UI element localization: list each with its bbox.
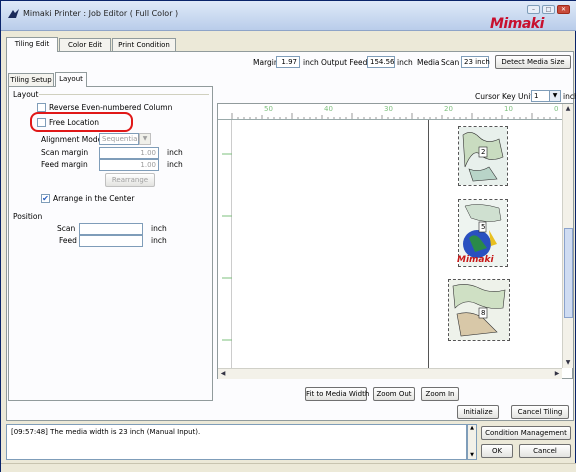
arrange-center-label: Arrange in the Center (53, 194, 135, 203)
feed-margin-field[interactable]: 1.00 (99, 159, 159, 171)
tile-8-label: 8 (481, 309, 486, 317)
window-title: Mimaki Printer : Job Editor ( Full Color… (23, 9, 179, 18)
message-log: [09:57:48] The media width is 23 inch (M… (6, 424, 467, 460)
log-scroll-up-icon[interactable]: ▲ (468, 425, 476, 431)
position-scan-unit: inch (151, 224, 167, 233)
tile-2[interactable]: 2 (458, 126, 508, 186)
margin-unit: inch (303, 58, 319, 67)
scan-margin-unit: inch (167, 148, 183, 157)
maximize-button[interactable]: □ (542, 5, 555, 14)
reverse-checkbox[interactable] (37, 103, 46, 112)
status-bar (1, 463, 576, 472)
alignment-mode-label: Alignment Mode (41, 135, 103, 144)
log-message: [09:57:48] The media width is 23 inch (M… (11, 428, 201, 436)
horizontal-ruler: 50 40 30 20 10 0 (218, 104, 562, 120)
media-scan-label: Scan (441, 58, 460, 67)
output-feed-field[interactable]: 154.56 (367, 56, 395, 68)
position-section-title: Position (13, 212, 43, 221)
output-feed-unit: inch (397, 58, 413, 67)
layout-canvas[interactable]: 50 40 30 20 10 0 2 5 Mimaki 8 ▲ ▼ ◀ ▶ (217, 103, 573, 379)
vertical-scrollbar[interactable]: ▲ ▼ (562, 104, 573, 368)
cancel-tiling-button[interactable]: Cancel Tiling (511, 405, 569, 419)
app-icon (8, 9, 19, 18)
highlight-marker (30, 112, 133, 132)
layout-section-title: Layout (13, 90, 39, 99)
horizontal-scrollbar[interactable]: ◀ ▶ (218, 368, 562, 379)
scroll-left-icon[interactable]: ◀ (218, 369, 228, 379)
margin-label: Margin (253, 58, 279, 67)
tile-2-label: 2 (481, 148, 486, 156)
reverse-label: Reverse Even-numbered Column (49, 103, 173, 112)
ruler-label-0: 0 (554, 105, 559, 113)
alignment-dropdown-icon[interactable]: ▼ (139, 133, 151, 145)
log-scrollbar[interactable]: ▲ ▼ (467, 424, 477, 460)
map-tile-image-2 (449, 280, 509, 340)
tile-5[interactable]: 5 Mimaki (457, 199, 508, 267)
tab-tiling-edit[interactable]: Tiling Edit (6, 37, 58, 52)
tile-8[interactable]: 8 (448, 279, 510, 341)
feed-margin-label: Feed margin (41, 160, 88, 169)
tab-print-condition[interactable]: Print Condition (112, 38, 176, 52)
ruler-label-20: 20 (444, 105, 453, 113)
ruler-label-40: 40 (324, 105, 333, 113)
cursor-key-unit: inch (563, 92, 576, 101)
ruler-label-50: 50 (264, 105, 273, 113)
position-feed-unit: inch (151, 236, 167, 245)
scroll-up-icon[interactable]: ▲ (563, 104, 573, 114)
scroll-down-icon[interactable]: ▼ (563, 358, 573, 368)
close-button[interactable]: ✕ (557, 5, 570, 14)
title-bar: Mimaki Printer : Job Editor ( Full Color… (1, 1, 576, 32)
tab-layout[interactable]: Layout (55, 72, 87, 87)
tile-5-overlay-text: Mimaki (457, 255, 494, 265)
scan-margin-field[interactable]: 1.00 (99, 147, 159, 159)
ruler-label-10: 10 (504, 105, 513, 113)
zoom-in-button[interactable]: Zoom In (421, 387, 459, 401)
ruler-label-30: 30 (384, 105, 393, 113)
rearrange-button[interactable]: Rearrange (105, 173, 155, 187)
position-feed-field[interactable] (79, 235, 143, 247)
ok-button[interactable]: OK (481, 444, 513, 458)
tab-tiling-setup[interactable]: Tiling Setup (8, 73, 54, 87)
feed-margin-unit: inch (167, 160, 183, 169)
layout-divider (39, 94, 209, 95)
job-editor-window: Mimaki Printer : Job Editor ( Full Color… (0, 0, 576, 472)
cursor-key-label: Cursor Key Unit (475, 92, 534, 101)
tile-5-label: 5 (481, 223, 486, 231)
log-scroll-down-icon[interactable]: ▼ (468, 452, 476, 458)
initialize-button[interactable]: Initialize (457, 405, 499, 419)
tab-color-edit[interactable]: Color Edit (59, 38, 111, 52)
output-feed-label: Output Feed (321, 58, 368, 67)
cancel-button[interactable]: Cancel (519, 444, 571, 458)
scroll-right-icon[interactable]: ▶ (552, 369, 562, 379)
mimaki-logo: Mimaki (490, 16, 544, 32)
zoom-out-button[interactable]: Zoom Out (373, 387, 415, 401)
cursor-key-dropdown-icon[interactable]: ▼ (549, 90, 561, 102)
vertical-ruler (218, 120, 232, 368)
position-feed-label: Feed (59, 236, 77, 245)
position-scan-field[interactable] (79, 223, 143, 235)
vertical-ruler-ticks (222, 153, 232, 341)
scan-margin-label: Scan margin (41, 148, 89, 157)
fit-to-media-width-button[interactable]: Fit to Media Width (305, 387, 369, 401)
media-label: Media (417, 58, 440, 67)
minimize-button[interactable]: – (527, 5, 540, 14)
alignment-mode-select[interactable]: Sequential (99, 133, 139, 145)
layout-panel: Layout Reverse Even-numbered Column Free… (8, 86, 213, 401)
detect-media-size-button[interactable]: Detect Media Size (495, 55, 571, 69)
margin-field[interactable]: 1.97 (276, 56, 300, 68)
map-tile-image (459, 127, 507, 185)
position-scan-label: Scan (57, 224, 76, 233)
arrange-center-checkbox[interactable]: ✔ (41, 194, 50, 203)
vertical-scroll-thumb[interactable] (564, 228, 573, 318)
condition-management-button[interactable]: Condition Management (481, 426, 571, 440)
media-scan-field[interactable]: 23 inch (461, 56, 490, 68)
